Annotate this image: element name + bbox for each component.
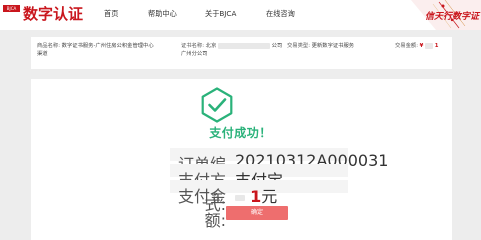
- top-header: BJCA 数字认证 首页 帮助中心 关于BJCA 在线咨询 信天行数字证: [0, 0, 481, 30]
- success-check-icon: [201, 87, 233, 123]
- trade-type-info: 交易类型: 更新数字证书服务: [287, 42, 354, 50]
- nav-help-center[interactable]: 帮助中心: [148, 9, 177, 19]
- product-label: 商品名称:: [37, 43, 60, 49]
- logo-badge: BJCA: [3, 5, 20, 12]
- redacted-amount: [235, 194, 245, 201]
- cert-info: 证书名称: 北京 公司 广州分公司: [181, 42, 282, 58]
- payment-method-row: 支付方式: 支付宝: [170, 164, 348, 214]
- redacted-amount: [425, 42, 434, 49]
- payment-amount-row: 支付金额: 1元: [170, 180, 348, 230]
- redacted-text: [217, 42, 270, 49]
- confirm-button[interactable]: 确定: [226, 206, 288, 220]
- cert-value-suffix: 公司: [271, 43, 283, 49]
- trade-amount-label: 交易金额:: [395, 43, 418, 49]
- product-value-line2: 渠道: [37, 51, 48, 57]
- brand-slogan: 信天行数字证: [424, 12, 479, 22]
- product-value: 数字证书服务-广州住房公积金管理中心: [61, 43, 154, 49]
- payment-amount-value-wrap: 1元: [235, 183, 277, 207]
- cert-value-prefix: 北京: [205, 43, 217, 49]
- nav-home[interactable]: 首页: [104, 9, 118, 19]
- trade-amount-currency: ¥: [419, 43, 424, 49]
- payment-amount-label: 支付金额:: [177, 187, 226, 230]
- payment-amount-value: 1: [250, 187, 262, 206]
- cert-label: 证书名称:: [181, 43, 204, 49]
- order-info-bar: 商品名称: 数字证书服务-广州住房公积金管理中心 渠道 证书名称: 北京 公司 …: [31, 37, 452, 69]
- nav-online-consult[interactable]: 在线咨询: [266, 9, 295, 19]
- trade-amount-value: 1: [434, 43, 439, 49]
- nav-about-bjca[interactable]: 关于BJCA: [205, 9, 236, 19]
- payment-success-title: 支付成功！: [209, 126, 272, 140]
- trade-type-value: 更新数字证书服务: [311, 43, 355, 49]
- cert-value-line2: 广州分公司: [181, 51, 208, 57]
- brand-decoration: 信天行数字证: [381, 0, 481, 30]
- payment-amount-unit: 元: [261, 187, 278, 206]
- trade-amount-info: 交易金额: ¥ 1: [395, 42, 438, 50]
- product-info: 商品名称: 数字证书服务-广州住房公积金管理中心 渠道: [37, 42, 154, 58]
- bjca-logo[interactable]: BJCA 数字认证: [3, 2, 83, 26]
- order-number-row: 订单编号: 20210312A000031: [170, 148, 388, 198]
- trade-type-label: 交易类型:: [287, 43, 310, 49]
- logo-text: 数字认证: [23, 5, 84, 23]
